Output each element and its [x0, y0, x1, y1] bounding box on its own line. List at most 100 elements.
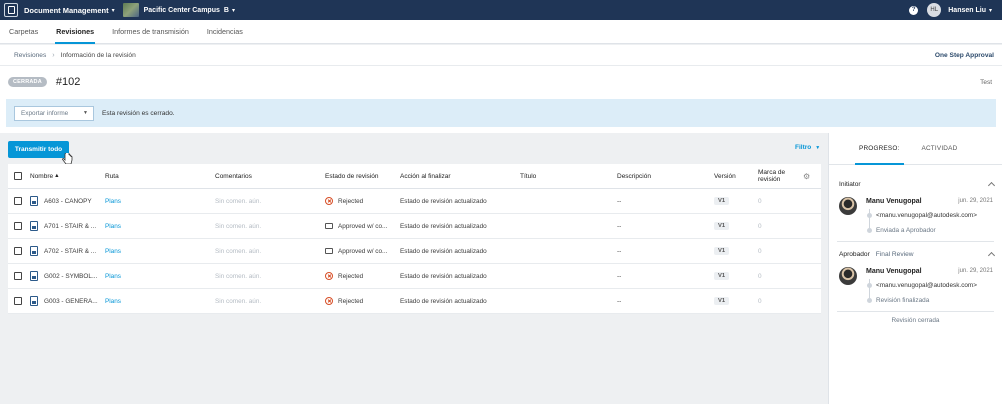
comments-cell: Sin comen. aún. — [215, 272, 262, 280]
top-bar: Document Management ▾ Pacific Center Cam… — [0, 0, 1002, 20]
app-logo-icon[interactable] — [4, 3, 18, 17]
column-mark-header[interactable]: Marca de revisión — [758, 169, 803, 183]
row-checkbox[interactable] — [14, 297, 22, 305]
breadcrumb-current: Información de la revisión — [60, 51, 136, 59]
state-cell: Rejected — [338, 297, 364, 305]
initiator-heading: Initiator — [839, 180, 861, 188]
transmit-all-button[interactable]: Transmitir todo — [8, 141, 69, 158]
revision-files-table: Nombre ▲ Ruta Comentarios Estado de revis… — [8, 164, 821, 314]
column-version-header[interactable]: Versión — [714, 173, 758, 180]
module-selector[interactable]: Document Management — [24, 6, 109, 15]
file-icon — [30, 271, 38, 281]
tab-carpetas[interactable]: Carpetas — [0, 20, 47, 44]
description-cell: -- — [617, 222, 622, 230]
route-link[interactable]: Plans — [105, 273, 215, 280]
timeline-dot — [867, 213, 872, 218]
table-row[interactable]: A702 - STAIR & ... Plans Sin comen. aún.… — [8, 239, 821, 264]
info-banner: Exportar informe ▼ Esta revisión es cerr… — [6, 99, 996, 127]
file-name[interactable]: A702 - STAIR & ... — [44, 248, 96, 255]
breadcrumb-revisiones-link[interactable]: Revisiones — [14, 52, 46, 59]
help-icon[interactable]: ? — [909, 5, 919, 15]
route-link[interactable]: Plans — [105, 298, 215, 305]
column-route-header[interactable]: Ruta — [105, 173, 215, 180]
chevron-down-icon[interactable]: ▾ — [989, 7, 992, 14]
tab-revisiones[interactable]: Revisiones — [47, 20, 103, 44]
table-row[interactable]: A603 - CANOPY Plans Sin comen. aún. Reje… — [8, 189, 821, 214]
panel-tabs: PROGRESO: ACTIVIDAD — [829, 133, 1002, 165]
revision-header: CERRADA #102 Test — [0, 66, 1002, 98]
tab-progreso[interactable]: PROGRESO: — [855, 133, 903, 165]
version-badge[interactable]: V1 — [714, 247, 730, 255]
user-avatar[interactable]: HL — [927, 3, 942, 17]
column-comments-header[interactable]: Comentarios — [215, 173, 325, 180]
project-selector[interactable]: Pacific Center Campus — [144, 7, 220, 14]
chevron-down-icon[interactable]: ▾ — [112, 7, 115, 14]
banner-wrapper: Exportar informe ▼ Esta revisión es cerr… — [0, 97, 1002, 133]
project-badge: B — [223, 6, 229, 14]
status-badge: CERRADA — [8, 77, 47, 87]
person-email: <manu.venugopal@autodesk.com> — [876, 282, 977, 289]
comments-cell: Sin comen. aún. — [215, 197, 262, 205]
file-name[interactable]: G003 - GENERA... — [44, 298, 98, 305]
description-cell: -- — [617, 272, 622, 280]
version-badge[interactable]: V1 — [714, 272, 730, 280]
avatar — [839, 267, 857, 285]
chevron-down-icon[interactable]: ▾ — [232, 7, 235, 14]
user-name[interactable]: Hansen Liu — [948, 7, 986, 14]
breadcrumb: Revisiones › Información de la revisión … — [0, 45, 1002, 66]
route-link[interactable]: Plans — [105, 248, 215, 255]
tab-informes[interactable]: Informes de transmisión — [103, 20, 198, 44]
action-cell: Estado de revisión actualizado — [400, 247, 487, 255]
column-name-header[interactable]: Nombre ▲ — [30, 173, 105, 180]
row-checkbox[interactable] — [14, 247, 22, 255]
row-checkbox[interactable] — [14, 222, 22, 230]
comments-cell: Sin comen. aún. — [215, 247, 262, 255]
column-action-header[interactable]: Acción al finalizar — [400, 173, 520, 180]
timeline-dot — [867, 298, 872, 303]
approver-section-header[interactable]: Aprobador Final Review — [829, 245, 1002, 263]
gear-icon[interactable]: ⚙ — [803, 172, 810, 181]
timeline-dot — [867, 228, 872, 233]
initiator-section-header[interactable]: Initiator — [829, 175, 1002, 193]
state-cell: Approved w/ co... — [338, 222, 388, 230]
select-all-checkbox[interactable] — [14, 172, 22, 180]
project-thumbnail[interactable] — [122, 3, 139, 17]
file-name[interactable]: A603 - CANOPY — [44, 198, 92, 205]
column-description-header[interactable]: Descripción — [617, 173, 714, 180]
file-name[interactable]: G002 - SYMBOL... — [44, 273, 97, 280]
chevron-down-icon: ▼ — [83, 110, 88, 116]
comments-cell: Sin comen. aún. — [215, 297, 262, 305]
export-report-select[interactable]: Exportar informe ▼ — [14, 105, 94, 121]
table-row[interactable]: G002 - SYMBOL... Plans Sin comen. aún. R… — [8, 264, 821, 289]
column-title-header[interactable]: Título — [520, 173, 617, 180]
filter-button[interactable]: Filtro ▼ — [795, 144, 820, 151]
table-row[interactable]: A701 - STAIR & ... Plans Sin comen. aún.… — [8, 214, 821, 239]
avatar — [839, 197, 857, 215]
row-checkbox[interactable] — [14, 272, 22, 280]
tab-incidencias[interactable]: Incidencias — [198, 20, 252, 44]
timeline-dot — [867, 283, 872, 288]
chevron-up-icon[interactable] — [987, 181, 996, 190]
entry-date: jun. 29, 2021 — [958, 268, 993, 274]
route-link[interactable]: Plans — [105, 198, 215, 205]
timeline-line — [869, 279, 870, 299]
person-name: Manu Venugopal — [866, 198, 922, 205]
chevron-up-icon[interactable] — [987, 251, 996, 260]
version-badge[interactable]: V1 — [714, 197, 730, 205]
row-checkbox[interactable] — [14, 197, 22, 205]
file-name[interactable]: A701 - STAIR & ... — [44, 223, 96, 230]
person-email: <manu.venugopal@autodesk.com> — [876, 212, 977, 219]
main-content: Transmitir todo Filtro ▼ Nombre ▲ Ruta Co… — [0, 133, 828, 404]
mark-cell: 0 — [758, 247, 762, 255]
description-cell: -- — [617, 297, 622, 305]
description-cell: -- — [617, 247, 622, 255]
file-icon — [30, 296, 38, 306]
approver-step: Final Review — [875, 250, 914, 258]
route-link[interactable]: Plans — [105, 223, 215, 230]
version-badge[interactable]: V1 — [714, 297, 730, 305]
tab-actividad[interactable]: ACTIVIDAD — [922, 133, 958, 165]
column-state-header[interactable]: Estado de revisión — [325, 173, 400, 180]
action-cell: Estado de revisión actualizado — [400, 272, 487, 280]
table-row[interactable]: G003 - GENERA... Plans Sin comen. aún. R… — [8, 289, 821, 314]
version-badge[interactable]: V1 — [714, 222, 730, 230]
